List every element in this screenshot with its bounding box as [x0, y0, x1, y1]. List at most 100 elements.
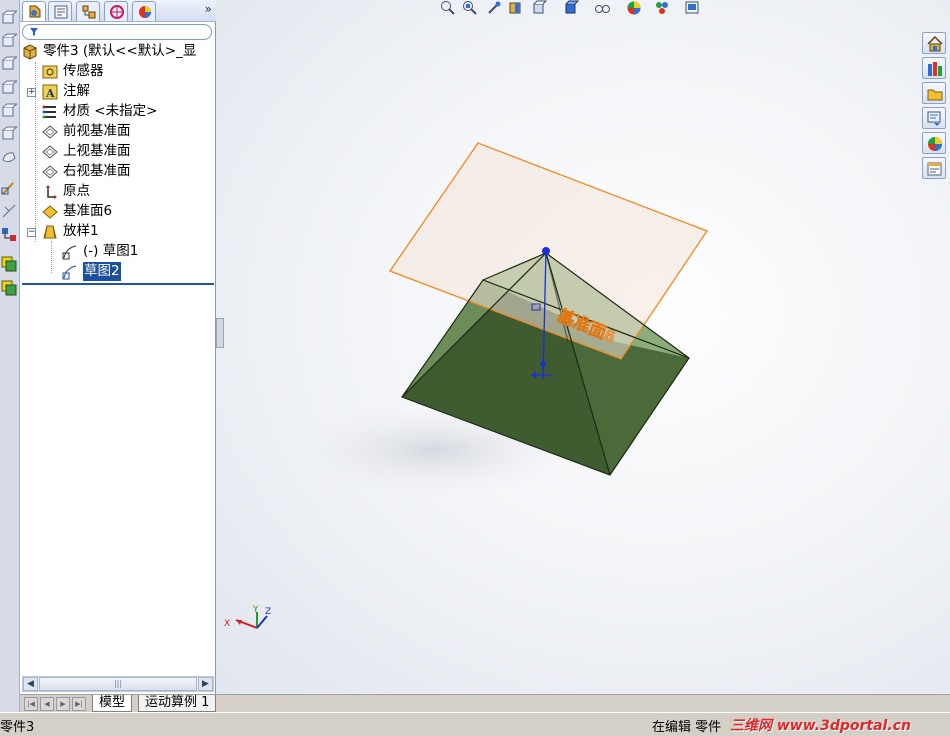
plane-icon: [42, 165, 58, 179]
manager-tabs: »: [20, 0, 216, 22]
box-icon[interactable]: [1, 33, 17, 49]
feature-manager-icon: [29, 5, 41, 18]
tab-dimxpert[interactable]: [104, 1, 128, 21]
origin-icon: [46, 185, 57, 199]
triad-y-label: Y: [252, 605, 259, 615]
box-icon[interactable]: [1, 103, 17, 119]
panel-collapse-handle[interactable]: [216, 318, 224, 348]
design-library-icon: [928, 62, 942, 76]
expand-annotations-button[interactable]: +: [27, 88, 36, 97]
sketch-icon[interactable]: [1, 180, 17, 196]
graphics-area[interactable]: 基准面6 X Y Z: [216, 0, 950, 694]
triad-z-label: Z: [265, 607, 271, 617]
tree-item-label: 放样1: [63, 223, 99, 239]
status-document-name: 零件3: [0, 720, 35, 735]
tab-appearances[interactable]: [922, 132, 946, 154]
tree-item-label: 前视基准面: [63, 123, 131, 139]
display-style-icon[interactable]: [564, 0, 580, 16]
tree-item-label: (-) 草图1: [83, 243, 139, 259]
tab-model[interactable]: 模型: [92, 695, 133, 712]
tree-item-label-selected: 草图2: [83, 262, 121, 281]
rollback-bar[interactable]: [22, 283, 214, 285]
layers-icon[interactable]: [1, 280, 17, 296]
smart-dimension-icon[interactable]: [1, 203, 17, 219]
part-icon: [23, 44, 37, 60]
tree-item-label: 上视基准面: [63, 143, 131, 159]
box-icon[interactable]: [1, 126, 17, 142]
tab-configuration-manager[interactable]: [76, 1, 100, 21]
tree-item-label: 原点: [63, 183, 90, 199]
tree-item-label: 基准面6: [63, 203, 113, 219]
sensor-icon: [42, 65, 58, 79]
custom-properties-icon: [927, 162, 942, 176]
watermark-text: 三维网 www.3dportal.cn: [730, 718, 911, 734]
prev-tab-button[interactable]: ◀: [40, 697, 54, 711]
home-icon: [927, 35, 943, 52]
filter-icon: [30, 28, 38, 36]
annotation-icon: A: [42, 84, 58, 100]
zoom-area-icon[interactable]: [462, 0, 478, 16]
tab-file-explorer[interactable]: [922, 82, 946, 104]
appearances-icon: [928, 137, 942, 151]
command-strip: [0, 0, 20, 712]
box-icon[interactable]: [1, 56, 17, 72]
horizontal-scrollbar[interactable]: ◀ ||| ▶: [22, 676, 214, 692]
hide-show-icon[interactable]: [594, 0, 610, 16]
filter-field[interactable]: [22, 24, 212, 40]
appearance-icon[interactable]: [626, 0, 642, 16]
view-palette-icon: [927, 111, 941, 126]
relations-icon[interactable]: [1, 226, 17, 242]
tree-item-label: 右视基准面: [63, 163, 131, 179]
view-settings-icon[interactable]: [684, 0, 700, 16]
zoom-fit-icon[interactable]: [440, 0, 456, 16]
plane-icon: [42, 125, 58, 139]
tab-solidworks-resources[interactable]: [922, 32, 946, 54]
tab-feature-manager[interactable]: [22, 1, 46, 21]
next-tab-button[interactable]: ▶: [56, 697, 70, 711]
more-tabs-button[interactable]: »: [205, 2, 212, 16]
box-icon[interactable]: [1, 10, 17, 26]
configuration-manager-icon: [82, 5, 96, 19]
display-manager-icon: [139, 6, 151, 18]
model-scene: 基准面6 X Y Z: [224, 142, 708, 629]
bottom-tab-bar: |◀ ◀ ▶ ▶| 模型 运动算例 1: [20, 694, 950, 712]
material-icon: [42, 105, 56, 119]
previous-view-icon[interactable]: [486, 0, 502, 16]
scroll-thumb[interactable]: |||: [39, 677, 197, 691]
loft-icon: [43, 225, 57, 239]
view-orientation-icon[interactable]: [532, 0, 548, 16]
scroll-left-button[interactable]: ◀: [23, 677, 38, 691]
first-tab-button[interactable]: |◀: [24, 697, 38, 711]
tab-custom-properties[interactable]: [922, 157, 946, 179]
shell-icon[interactable]: [1, 150, 17, 166]
sketch-icon: [62, 245, 77, 260]
triad-x-label: X: [224, 619, 230, 629]
svg-text:A: A: [45, 87, 55, 100]
tab-property-manager[interactable]: [48, 1, 72, 21]
orientation-triad: X Y Z: [224, 605, 271, 629]
scene-icon[interactable]: [654, 0, 670, 16]
status-editing: 在编辑 零件: [652, 720, 722, 735]
tree-item-label: 传感器: [63, 63, 104, 79]
property-manager-icon: [54, 5, 68, 19]
section-view-icon[interactable]: [508, 0, 524, 16]
tab-display-manager[interactable]: [132, 1, 156, 21]
tree-item-label: 材质 <未指定>: [63, 103, 158, 119]
sketch-icon: [62, 265, 77, 280]
plane-icon: [42, 145, 58, 159]
tab-view-palette[interactable]: [922, 107, 946, 129]
layers-icon[interactable]: [1, 256, 17, 272]
last-tab-button[interactable]: ▶|: [72, 697, 86, 711]
tree-connector: [51, 241, 52, 273]
file-explorer-icon: [927, 89, 943, 101]
feature-manager-panel: » 零件3 (默认<<默认>_显 传感器 + A 注解 材质 <未指定> 前视基…: [20, 0, 216, 712]
collapse-loft-button[interactable]: −: [27, 228, 36, 237]
scroll-right-button[interactable]: ▶: [198, 677, 213, 691]
tab-motion-study[interactable]: 运动算例 1: [138, 695, 217, 712]
dimxpert-icon: [110, 5, 124, 19]
plane-icon: [42, 205, 58, 219]
box-icon[interactable]: [1, 80, 17, 96]
tree-item-label: 注解: [63, 83, 90, 99]
tab-design-library[interactable]: [922, 57, 946, 79]
status-bar: 零件3 在编辑 零件 三维网 www.3dportal.cn: [0, 712, 950, 736]
